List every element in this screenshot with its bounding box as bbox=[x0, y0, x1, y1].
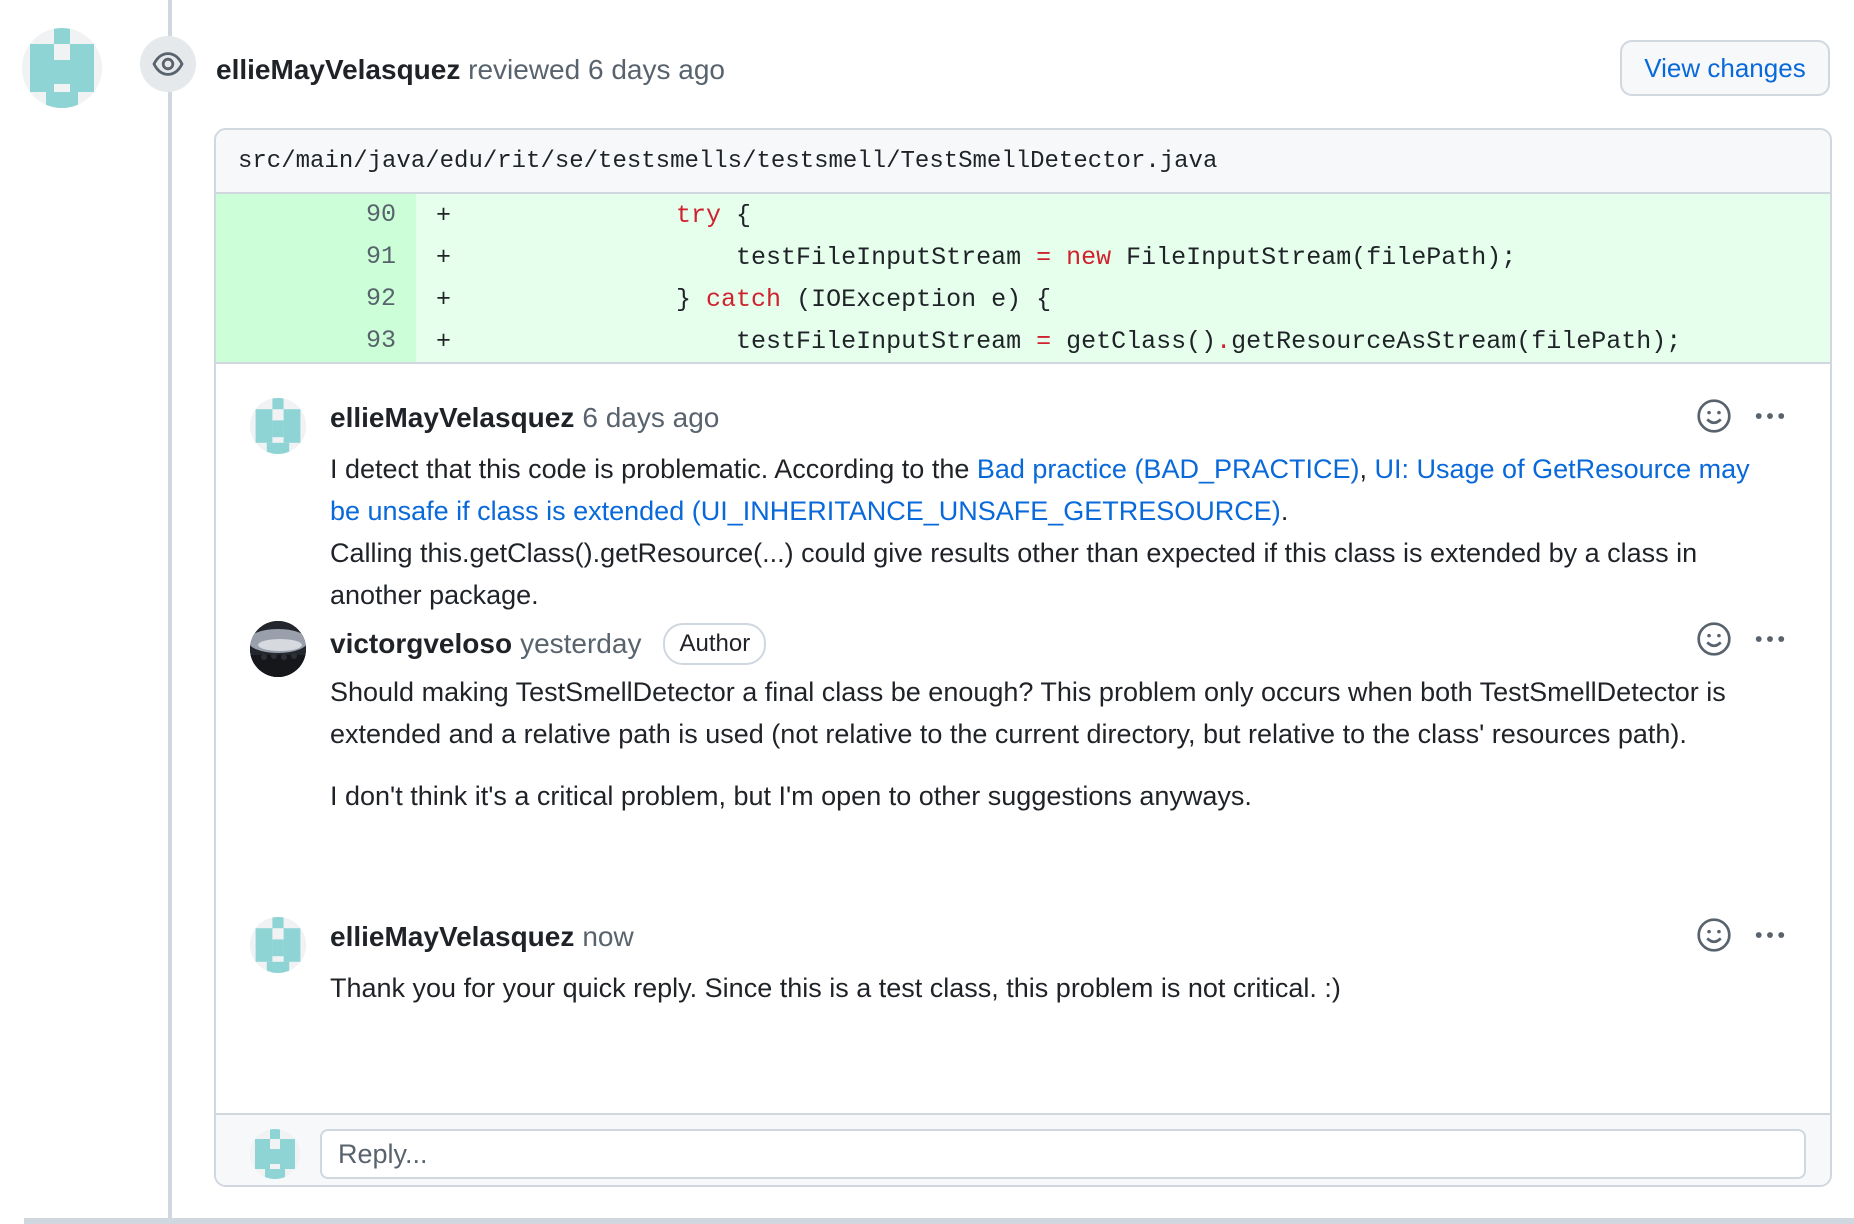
comment-paragraph: Should making TestSmellDetector a final … bbox=[330, 677, 1726, 749]
comment-header: ellieMayVelasquez 6 days ago bbox=[330, 400, 719, 436]
code-line: testFileInputStream = getClass().getReso… bbox=[496, 327, 1681, 356]
code-keyword: try bbox=[676, 200, 722, 230]
comment-header: ellieMayVelasquez now bbox=[330, 919, 634, 955]
diff-line: 90 + try { bbox=[216, 194, 1830, 236]
code-line: } catch (IOException e) { bbox=[496, 285, 1051, 314]
eye-icon bbox=[140, 36, 196, 92]
code-line: testFileInputStream = new FileInputStrea… bbox=[496, 243, 1516, 272]
timeline-line bbox=[168, 0, 172, 1224]
comment-paragraph: Calling this.getClass().getResource(...)… bbox=[330, 538, 1698, 610]
file-path[interactable]: src/main/java/edu/rit/se/testsmells/test… bbox=[238, 148, 1217, 175]
addition-marker: + bbox=[436, 242, 452, 272]
bottom-divider bbox=[24, 1218, 1854, 1224]
comment-avatar[interactable] bbox=[250, 917, 306, 973]
kebab-menu-icon[interactable] bbox=[1752, 398, 1788, 434]
line-number[interactable]: 91 bbox=[216, 236, 416, 278]
code-operator: . bbox=[1216, 326, 1232, 356]
diff-line: 91 + testFileInputStream = new FileInput… bbox=[216, 236, 1830, 278]
review-thread: src/main/java/edu/rit/se/testsmells/test… bbox=[214, 128, 1832, 1187]
identicon-image bbox=[22, 28, 102, 108]
review-header: ellieMayVelasquez reviewed 6 days ago bbox=[216, 52, 725, 88]
comment-author[interactable]: ellieMayVelasquez bbox=[330, 400, 574, 436]
reply-input[interactable]: Reply... bbox=[320, 1129, 1806, 1179]
comment-header: victorgveloso yesterday Author bbox=[330, 623, 767, 665]
code-text: testFileInputStream bbox=[736, 326, 1037, 356]
addition-marker: + bbox=[436, 200, 452, 230]
identicon-image bbox=[250, 398, 306, 454]
body-text: , bbox=[1359, 454, 1375, 484]
comment-body: Should making TestSmellDetector a final … bbox=[330, 671, 1770, 817]
identicon-image bbox=[250, 1129, 300, 1179]
code-text: { bbox=[721, 200, 752, 230]
code-text: testFileInputStream bbox=[736, 242, 1037, 272]
addition-marker: + bbox=[436, 284, 452, 314]
comment-paragraph: I detect that this code is problematic. … bbox=[330, 448, 1770, 532]
file-path-header: src/main/java/edu/rit/se/testsmells/test… bbox=[216, 130, 1830, 194]
code-text: FileInputStream(filePath); bbox=[1111, 242, 1517, 272]
code-operator: = bbox=[1036, 326, 1052, 356]
kebab-menu-icon[interactable] bbox=[1752, 917, 1788, 953]
comment-avatar[interactable] bbox=[250, 398, 306, 454]
comment-time[interactable]: 6 days ago bbox=[582, 400, 719, 436]
code-text: getResourceAsStream(filePath); bbox=[1231, 326, 1682, 356]
current-user-avatar[interactable] bbox=[250, 1129, 300, 1179]
code-line: try { bbox=[496, 201, 751, 230]
review-action: reviewed bbox=[468, 54, 581, 85]
comment-body: I detect that this code is problematic. … bbox=[330, 448, 1770, 616]
code-text: getClass() bbox=[1051, 326, 1217, 356]
code-operator: = bbox=[1036, 242, 1052, 272]
body-text: . bbox=[1280, 496, 1289, 526]
comment-paragraph: I don't think it's a critical problem, b… bbox=[330, 781, 1252, 811]
diff-hunk: 90 + try { 91 + testFileInputStream = ne… bbox=[216, 194, 1830, 362]
addition-marker: + bbox=[436, 326, 452, 356]
reply-bar: Reply... bbox=[216, 1113, 1830, 1185]
review-time[interactable]: 6 days ago bbox=[588, 54, 725, 85]
divider bbox=[216, 362, 1830, 364]
comment-author[interactable]: ellieMayVelasquez bbox=[330, 919, 574, 955]
avatar-photo bbox=[250, 621, 306, 677]
comment-author[interactable]: victorgveloso bbox=[330, 626, 512, 662]
kebab-menu-icon[interactable] bbox=[1752, 621, 1788, 657]
reviewer-name[interactable]: ellieMayVelasquez bbox=[216, 54, 460, 85]
code-keyword: new bbox=[1066, 242, 1112, 272]
line-number[interactable]: 92 bbox=[216, 278, 416, 320]
reviewer-avatar[interactable] bbox=[22, 28, 102, 108]
comment-body: Thank you for your quick reply. Since th… bbox=[330, 967, 1770, 1009]
bad-practice-link[interactable]: Bad practice (BAD_PRACTICE) bbox=[977, 454, 1360, 484]
comment-time[interactable]: now bbox=[582, 919, 633, 955]
comment-paragraph: Thank you for your quick reply. Since th… bbox=[330, 973, 1341, 1003]
line-number[interactable]: 93 bbox=[216, 320, 416, 362]
view-changes-button[interactable]: View changes bbox=[1620, 40, 1830, 96]
body-text: I detect that this code is problematic. … bbox=[330, 454, 977, 484]
smiley-icon[interactable] bbox=[1696, 621, 1732, 657]
author-badge: Author bbox=[663, 623, 767, 665]
code-text: (IOException e) { bbox=[781, 284, 1052, 314]
comment-avatar[interactable] bbox=[250, 621, 306, 677]
diff-line: 93 + testFileInputStream = getClass().ge… bbox=[216, 320, 1830, 362]
comment-time[interactable]: yesterday bbox=[520, 626, 641, 662]
smiley-icon[interactable] bbox=[1696, 917, 1732, 953]
smiley-icon[interactable] bbox=[1696, 398, 1732, 434]
code-text: } bbox=[676, 284, 707, 314]
diff-line: 92 + } catch (IOException e) { bbox=[216, 278, 1830, 320]
identicon-image bbox=[250, 917, 306, 973]
code-keyword: catch bbox=[706, 284, 782, 314]
line-number[interactable]: 90 bbox=[216, 194, 416, 236]
